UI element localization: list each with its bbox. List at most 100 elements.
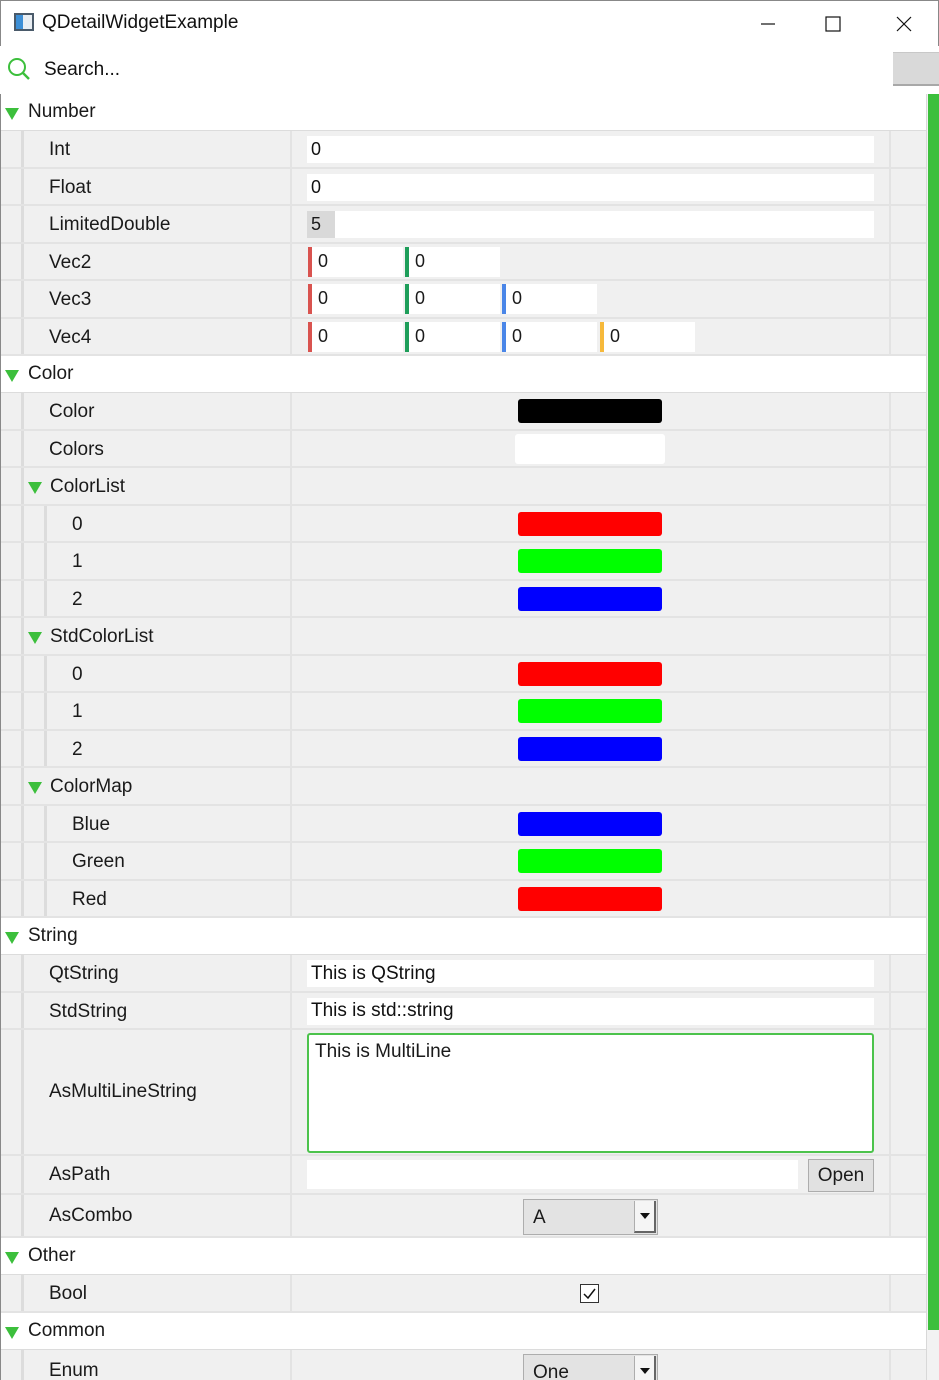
property-row-aspath: AsPath Open — [1, 1156, 926, 1195]
chevron-down-icon[interactable] — [634, 1201, 656, 1233]
int-input[interactable] — [307, 136, 874, 163]
property-row-colormap-green: Green — [1, 843, 926, 881]
float-input[interactable] — [307, 173, 874, 201]
vec2-x-field[interactable]: 0 — [308, 246, 403, 277]
subcategory-label: ColorMap — [50, 776, 133, 797]
color-swatch[interactable] — [518, 661, 662, 686]
property-name: 1 — [72, 701, 83, 722]
property-row-enum: Enum One — [1, 1349, 926, 1380]
expand-arrow-icon[interactable] — [5, 932, 19, 944]
expand-arrow-icon[interactable] — [5, 1252, 19, 1264]
property-name: StdString — [49, 1000, 128, 1022]
category-string[interactable]: String — [1, 918, 926, 955]
expand-arrow-icon[interactable] — [28, 632, 42, 644]
expand-arrow-icon[interactable] — [28, 782, 42, 794]
property-row-colors: Colors — [1, 430, 926, 468]
color-swatch[interactable] — [518, 849, 662, 873]
subcategory-colorlist[interactable]: ColorList — [1, 468, 926, 506]
combo-value: A — [533, 1207, 546, 1228]
multiline-textarea[interactable]: This is MultiLine — [307, 1033, 874, 1153]
vec3-z-field[interactable]: 0 — [502, 284, 597, 314]
qtstring-input[interactable] — [307, 960, 874, 987]
category-label: Color — [28, 363, 74, 384]
minimize-button[interactable] — [733, 1, 803, 47]
color-swatch[interactable] — [518, 886, 662, 911]
category-label: Other — [28, 1245, 76, 1266]
property-name: 0 — [72, 663, 83, 685]
close-button[interactable] — [869, 1, 939, 47]
checkmark-icon — [583, 1288, 596, 1300]
property-name: 2 — [72, 588, 83, 610]
category-common[interactable]: Common — [1, 1312, 926, 1350]
property-row-ascombo: AsCombo A — [1, 1195, 926, 1238]
color-swatch[interactable] — [518, 549, 662, 573]
path-input[interactable] — [307, 1160, 798, 1189]
bool-checkbox[interactable] — [580, 1284, 599, 1303]
expand-arrow-icon[interactable] — [5, 108, 19, 120]
minimize-icon — [761, 23, 775, 25]
color-swatch[interactable] — [518, 511, 662, 536]
property-row-vec2: Vec2 0 0 — [1, 243, 926, 281]
combo-box[interactable]: A — [523, 1199, 658, 1235]
property-name: Vec3 — [49, 289, 92, 310]
property-row-stdcolorlist-0: 0 — [1, 655, 926, 693]
vec4-x-field[interactable]: 0 — [308, 321, 403, 352]
color-swatch[interactable] — [518, 699, 662, 723]
maximize-icon — [825, 16, 841, 32]
color-swatch[interactable] — [518, 586, 662, 611]
slider-value: 5 — [311, 214, 322, 234]
category-color[interactable]: Color — [1, 356, 926, 393]
search-side-button[interactable] — [893, 52, 939, 86]
property-name: 0 — [72, 513, 83, 535]
property-name: QtString — [49, 963, 119, 984]
expand-arrow-icon[interactable] — [5, 370, 19, 382]
subcategory-stdcolorlist[interactable]: StdColorList — [1, 618, 926, 656]
app-icon — [14, 13, 34, 31]
property-name: Blue — [72, 813, 111, 835]
vec3-x-field[interactable]: 0 — [308, 284, 403, 314]
property-name: Bool — [49, 1283, 88, 1304]
property-name: Colors — [49, 438, 104, 460]
property-row-int: Int — [1, 131, 926, 169]
color-swatch[interactable] — [518, 811, 662, 836]
color-swatch[interactable] — [518, 399, 662, 423]
combo-value: One — [533, 1361, 569, 1380]
expand-arrow-icon[interactable] — [28, 482, 42, 494]
color-swatch[interactable] — [518, 736, 662, 761]
property-row-multiline: AsMultiLineString This is MultiLine — [1, 1030, 926, 1156]
property-row-bool: Bool — [1, 1275, 926, 1313]
enum-combo-box[interactable]: One — [523, 1353, 658, 1380]
property-row-colorlist-1: 1 — [1, 543, 926, 581]
category-number[interactable]: Number — [1, 94, 926, 131]
property-name: Float — [49, 176, 92, 198]
vec3-y-field[interactable]: 0 — [405, 284, 500, 314]
subcategory-colormap[interactable]: ColorMap — [1, 768, 926, 806]
property-name: Color — [49, 401, 95, 422]
property-row-stdstring: StdString — [1, 992, 926, 1030]
property-name: LimitedDouble — [49, 214, 171, 235]
open-button[interactable]: Open — [808, 1159, 874, 1192]
property-name: 2 — [72, 738, 83, 760]
scrollbar-thumb[interactable] — [928, 94, 939, 1330]
property-row-stdcolorlist-2: 2 — [1, 730, 926, 768]
property-name: Vec4 — [49, 326, 92, 348]
vec4-z-field[interactable]: 0 — [502, 321, 597, 352]
limited-double-slider[interactable]: 5 — [307, 211, 874, 238]
detail-tree: Number Int Float LimitedDouble 5 Ve — [0, 94, 926, 1380]
stdstring-input[interactable] — [307, 997, 874, 1025]
vec4-y-field[interactable]: 0 — [405, 321, 500, 352]
vec2-y-field[interactable]: 0 — [405, 246, 500, 277]
maximize-button[interactable] — [798, 1, 868, 47]
vec4-w-field[interactable]: 0 — [600, 321, 695, 352]
vertical-scrollbar[interactable] — [926, 94, 939, 1380]
property-name: AsPath — [49, 1164, 111, 1185]
category-other[interactable]: Other — [1, 1238, 926, 1275]
property-row-vec3: Vec3 0 0 0 — [1, 281, 926, 319]
colors-swatch[interactable] — [515, 433, 665, 464]
subcategory-label: ColorList — [50, 476, 125, 497]
property-name: 1 — [72, 551, 83, 572]
search-input[interactable] — [38, 54, 878, 86]
expand-arrow-icon[interactable] — [5, 1326, 19, 1339]
chevron-down-icon[interactable] — [634, 1355, 656, 1380]
subcategory-label: StdColorList — [50, 626, 154, 647]
